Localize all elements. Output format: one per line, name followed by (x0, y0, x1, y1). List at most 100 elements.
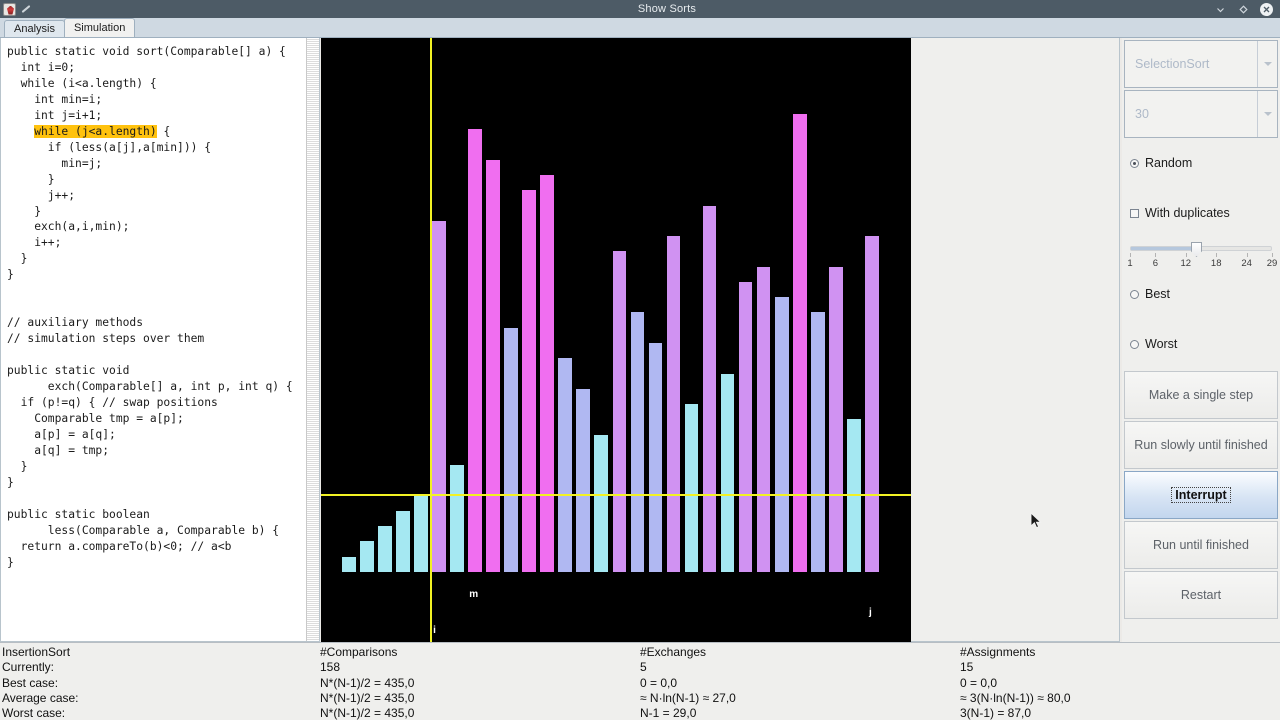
size-select[interactable]: 30 (1124, 90, 1278, 138)
bar (414, 495, 428, 572)
restart-button[interactable]: Restart (1124, 571, 1278, 619)
chevron-down-icon[interactable] (1257, 91, 1277, 137)
stats-exchanges-header: #Exchanges (640, 645, 707, 659)
code-line: if (p!=q) { // swap positions (7, 395, 218, 409)
stats-label-average: Average case: (2, 690, 79, 705)
tab-analysis[interactable]: Analysis (4, 20, 65, 37)
sort-visualization-canvas[interactable]: i m j (321, 38, 911, 642)
marker-m: m (469, 589, 479, 600)
window-controls (1214, 2, 1280, 16)
stats-comparisons-header: #Comparisons (320, 645, 398, 659)
bar (792, 114, 807, 572)
stats-comparisons-worst: N*(N-1)/2 = 435,0 (320, 706, 415, 720)
radio-icon-random (1130, 158, 1139, 168)
bar (396, 510, 410, 572)
code-scrollbar[interactable] (306, 38, 319, 641)
slider-tick-labels: 1 6 12 18 24 29 (1127, 253, 1277, 269)
code-line: while (i<a.length) { (7, 76, 157, 90)
radio-worst[interactable]: Worst (1122, 319, 1280, 369)
code-line: } (7, 555, 14, 569)
stats-comparisons-column: #Comparisons 158 N*(N-1)/2 = 435,0 N*(N-… (320, 643, 640, 720)
stats-labels-column: InsertionSort Currently: Best case: Aver… (0, 643, 320, 720)
marker-j: j (868, 607, 872, 618)
stats-exchanges-average: ≈ N·ln(N-1) ≈ 27,0 (640, 690, 736, 705)
stats-comparisons-current: 158 (320, 660, 341, 675)
application-window: Show Sorts Analysis Simulation public st… (0, 0, 1280, 720)
slider-fill (1131, 247, 1196, 250)
radio-random[interactable]: Random (1122, 138, 1280, 188)
marker-i: i (433, 625, 436, 636)
close-icon[interactable] (1260, 2, 1273, 16)
stats-label-worst: Worst case: (2, 706, 66, 720)
bar (540, 175, 555, 572)
statistics-panel: InsertionSort Currently: Best case: Aver… (0, 642, 1280, 720)
control-panel: SelectionSort 30 Random With duplicates … (1122, 38, 1280, 642)
bar (630, 312, 645, 572)
code-line: int min=i; (7, 92, 103, 106)
stats-exchanges-best: 0 = 0,0 (640, 675, 678, 690)
slider-track[interactable] (1130, 242, 1272, 257)
run-until-finished-button[interactable]: Run until finished (1124, 521, 1278, 569)
tab-strip: Analysis Simulation (0, 18, 1280, 38)
stats-comparisons-average: N*(N-1)/2 = 435,0 (320, 690, 415, 705)
slider-tick (1130, 253, 1131, 257)
bar (720, 373, 735, 572)
code-line: // auxiliary methods (7, 316, 144, 330)
filler-panel (911, 38, 1120, 642)
code-line: if (less(a[j],a[min])) { (7, 140, 212, 154)
code-line: } (7, 204, 42, 218)
stats-assignments-current: 15 (960, 660, 974, 675)
make-single-step-button[interactable]: Make a single step (1124, 371, 1278, 419)
title-bar-left (0, 2, 120, 16)
checkbox-with-duplicates[interactable]: With duplicates (1122, 188, 1280, 238)
size-slider[interactable]: 1 6 12 18 24 29 (1122, 238, 1280, 269)
checkbox-icon-duplicates (1130, 208, 1139, 218)
maximize-icon[interactable] (1237, 3, 1250, 16)
code-line: a[q] = tmp; (7, 443, 110, 457)
bar (576, 388, 591, 572)
radio-best[interactable]: Best (1122, 269, 1280, 319)
stats-exchanges-current: 5 (640, 660, 647, 675)
code-line: int j=i+1; (7, 108, 103, 122)
code-line: public static void (7, 364, 130, 378)
code-line: while (j<a.length) { (34, 124, 171, 138)
run-slowly-button[interactable]: Run slowly until finished (1124, 421, 1278, 469)
code-line: int i=0; (7, 60, 76, 74)
bar (432, 220, 446, 572)
make-single-step-label: Make a single step (1148, 388, 1254, 402)
bar-chart (321, 38, 911, 642)
tab-simulation[interactable]: Simulation (63, 18, 136, 37)
bar (864, 236, 879, 572)
code-line: Comparable tmp = a[p]; (7, 411, 184, 425)
minimize-icon[interactable] (1214, 3, 1227, 16)
slider-tick-label: 18 (1210, 258, 1222, 269)
code-line: } (7, 172, 55, 186)
bar (666, 236, 681, 572)
code-line: exch(Comparable[] a, int p, int q) { (7, 380, 293, 394)
bar (810, 312, 825, 572)
bar (360, 541, 374, 572)
slider-tick (1246, 253, 1248, 257)
stats-exchanges-worst: N-1 = 29,0 (640, 706, 697, 720)
stats-label-best: Best case: (2, 675, 59, 690)
interrupt-button[interactable]: Interrupt (1124, 471, 1278, 519)
code-editor-pane[interactable]: public static void sort(Comparable[] a) … (0, 38, 320, 642)
window-title: Show Sorts (637, 3, 697, 15)
title-bar: Show Sorts (0, 0, 1280, 18)
chevron-down-icon[interactable] (1257, 41, 1277, 87)
restart-label: Restart (1180, 588, 1222, 602)
bar (486, 159, 500, 572)
run-slowly-label: Run slowly until finished (1134, 438, 1268, 452)
algorithm-select[interactable]: SelectionSort (1124, 40, 1278, 88)
code-line: } (7, 268, 14, 282)
bar (684, 404, 699, 572)
radio-icon-best (1130, 289, 1139, 299)
index-line-vertical (430, 38, 432, 642)
size-select-value: 30 (1135, 107, 1149, 121)
radio-random-label: Random (1145, 156, 1193, 170)
bar (774, 297, 789, 572)
bar (504, 327, 518, 572)
pin-icon[interactable] (20, 3, 32, 15)
